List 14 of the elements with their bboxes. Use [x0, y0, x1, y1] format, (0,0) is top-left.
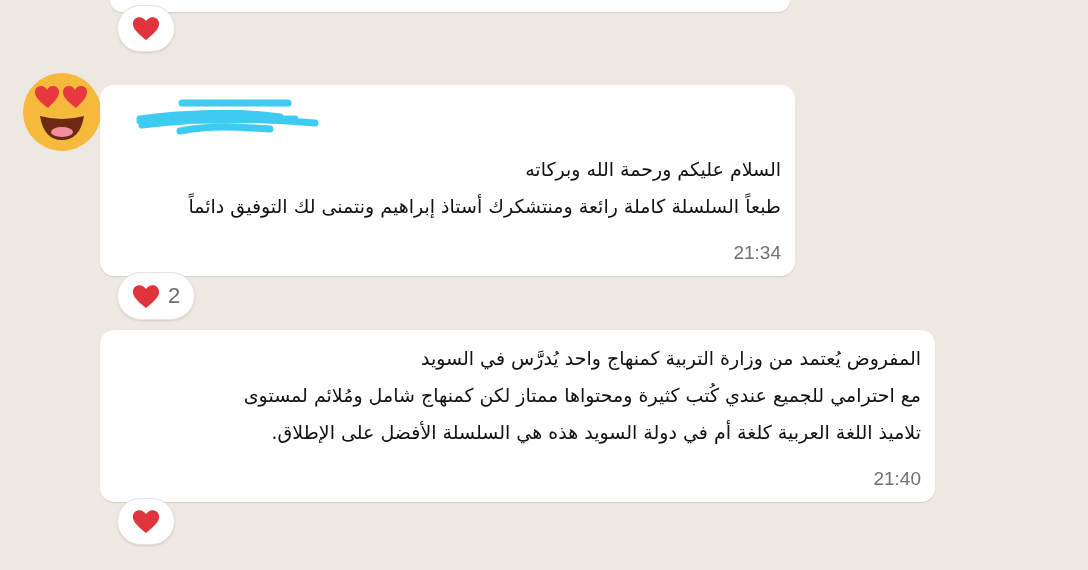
heart-icon: [132, 509, 160, 534]
heart-icon: [132, 16, 160, 41]
message-text-line: المفروض يُعتمد من وزارة التربية كمنهاج واحد يُدرَّس في السويد: [420, 346, 921, 372]
heart-icon: [132, 283, 160, 309]
reaction-pill[interactable]: [117, 5, 175, 52]
message-text-line: السلام عليكم ورحمة الله وبركاته: [525, 157, 781, 183]
message-text-line: تلاميذ اللغة العربية كلغة أم في دولة السويد هذه هي السلسلة الأفضل على الإطلاق.: [271, 419, 921, 446]
timestamp: 21:34: [733, 242, 781, 264]
reaction-pill[interactable]: 2: [117, 272, 196, 320]
message-text-line: طبعاً السلسلة كاملة رائعة ومنتشكرك أستاذ إبراهيم ونتمنى لك التوفيق دائماً: [188, 192, 781, 220]
timestamp: 21:40: [873, 468, 921, 490]
reaction-pill[interactable]: [117, 498, 175, 545]
heart-eyes-emoji-icon: [22, 72, 102, 152]
message-text-line: مع احترامي للجميع عندي كُتب كثيرة ومحتواها ممتاز لكن كمنهاج شامل ومُلائم لمستوى: [243, 382, 921, 409]
